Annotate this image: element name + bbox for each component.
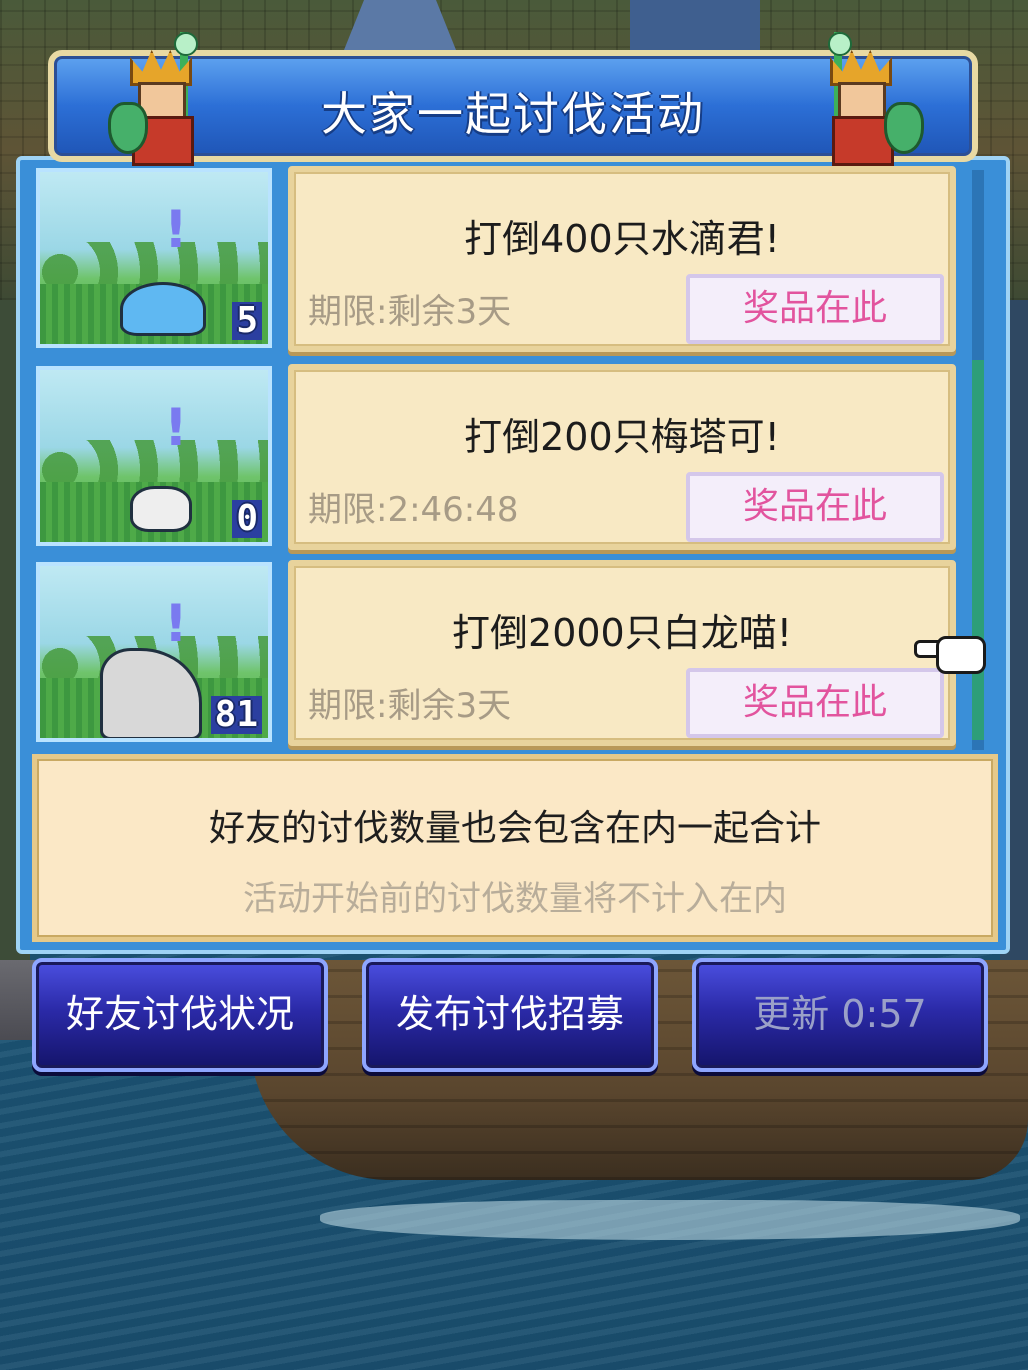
king-left-icon [108, 32, 218, 166]
quest-card: 打倒400只水滴君! 期限:剩余3天 奖品在此 [288, 166, 956, 352]
quest-title: 打倒200只梅塔可! [464, 415, 780, 459]
exclamation-icon: ! [164, 398, 188, 458]
friends-status-button[interactable]: 好友讨伐状况 [32, 958, 328, 1072]
quest-row: ! 81 打倒2000只白龙喵! 期限:剩余3天 奖品在此 [34, 560, 964, 750]
quest-thumbnail: ! 5 [36, 168, 272, 348]
kill-count: 0 [232, 500, 262, 538]
kill-count: 81 [210, 696, 262, 734]
kill-count: 5 [232, 302, 262, 340]
prize-button[interactable]: 奖品在此 [686, 274, 944, 344]
quest-title: 打倒2000只白龙喵! [452, 611, 792, 655]
info-main-text: 好友的讨伐数量也会包含在内一起合计 [208, 808, 821, 849]
quest-deadline: 期限:剩余3天 [308, 686, 512, 726]
quest-row: ! 0 打倒200只梅塔可! 期限:2:46:48 奖品在此 [34, 364, 964, 554]
staff-orb [174, 32, 198, 56]
quest-card: 打倒2000只白龙喵! 期限:剩余3天 奖品在此 [288, 560, 956, 746]
info-box: 好友的讨伐数量也会包含在内一起合计 活动开始前的讨伐数量将不计入在内 [32, 754, 998, 942]
quest-list[interactable]: ! 5 打倒400只水滴君! 期限:剩余3天 奖品在此 ! 0 打倒200只梅塔… [34, 166, 964, 752]
quest-row: ! 5 打倒400只水滴君! 期限:剩余3天 奖品在此 [34, 166, 964, 356]
refresh-button[interactable]: 更新 0:57 [692, 958, 988, 1072]
water-drop-monster-icon [120, 282, 206, 336]
king-right-icon [808, 32, 924, 166]
pointing-hand-icon [914, 628, 986, 674]
shield-gem-icon [884, 102, 924, 154]
exclamation-icon: ! [164, 200, 188, 260]
info-sub-text: 活动开始前的讨伐数量将不计入在内 [243, 879, 787, 919]
quest-thumbnail: ! 81 [36, 562, 272, 742]
quest-title: 打倒400只水滴君! [464, 217, 780, 261]
shield-gem-icon [108, 102, 148, 154]
scrollbar-thumb[interactable] [972, 360, 984, 740]
exclamation-icon: ! [164, 594, 188, 654]
pointer-palm [936, 636, 986, 674]
cat-monster-icon [130, 486, 192, 532]
post-recruit-button[interactable]: 发布讨伐招募 [362, 958, 658, 1072]
staff-orb [828, 32, 852, 56]
sea-foam [320, 1200, 1020, 1240]
quest-deadline: 期限:剩余3天 [308, 292, 512, 332]
prize-button[interactable]: 奖品在此 [686, 668, 944, 738]
building-roof [630, 0, 760, 50]
event-panel: ! 5 打倒400只水滴君! 期限:剩余3天 奖品在此 ! 0 打倒200只梅塔… [16, 156, 1010, 954]
prize-button[interactable]: 奖品在此 [686, 472, 944, 542]
quest-deadline: 期限:2:46:48 [308, 490, 519, 530]
quest-thumbnail: ! 0 [36, 366, 272, 546]
quest-card: 打倒200只梅塔可! 期限:2:46:48 奖品在此 [288, 364, 956, 550]
